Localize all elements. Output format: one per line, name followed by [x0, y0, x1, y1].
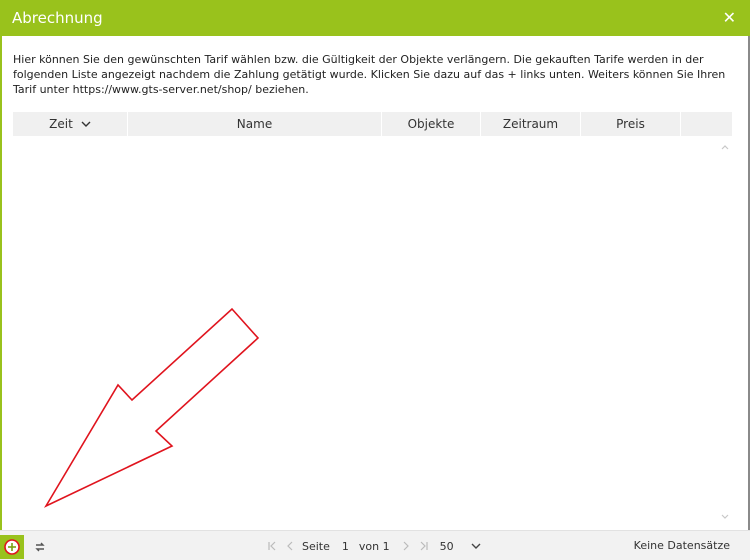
page-number-input[interactable]: 1 [342, 540, 349, 553]
record-status: Keine Datensätze [633, 539, 730, 552]
page-size-select[interactable]: 50 [440, 540, 454, 553]
pager: Seite 1 von 1 50 [266, 536, 488, 556]
grid-toolbar: Seite 1 von 1 50 Keine Datensätze [0, 530, 750, 560]
plus-icon [4, 539, 20, 555]
refresh-button[interactable] [31, 538, 49, 556]
page-label: Seite [302, 539, 330, 553]
prev-page-icon[interactable] [284, 539, 296, 553]
refresh-icon [35, 542, 45, 552]
chevron-down-icon[interactable] [470, 539, 482, 553]
add-button[interactable] [0, 535, 24, 559]
last-page-icon[interactable] [418, 539, 430, 553]
page-count: von 1 [358, 539, 390, 553]
annotation-arrow [43, 307, 260, 508]
first-page-icon[interactable] [266, 539, 278, 553]
next-page-icon[interactable] [400, 539, 412, 553]
